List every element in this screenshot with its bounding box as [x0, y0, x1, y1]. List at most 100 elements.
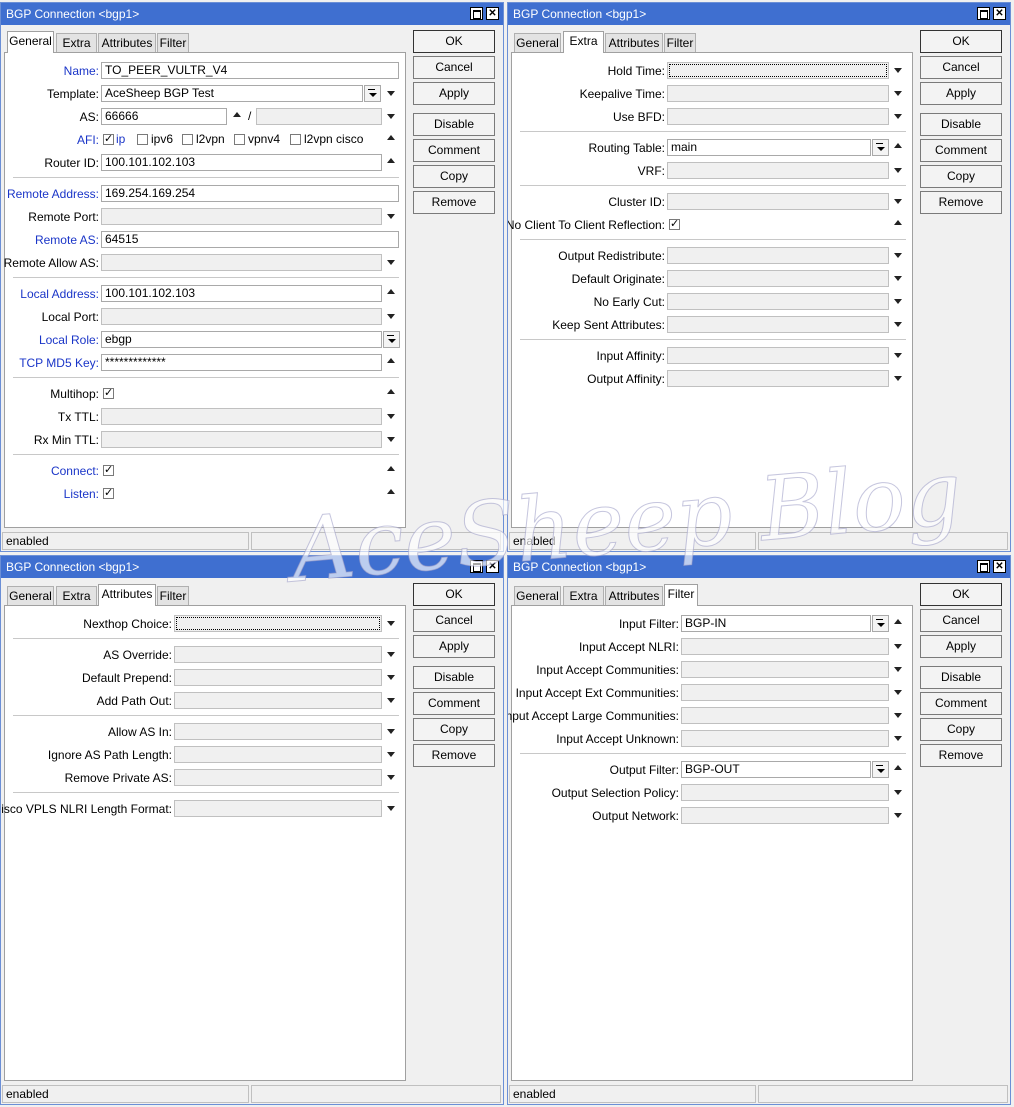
remove-private-as-expand-icon[interactable]: [387, 775, 395, 780]
input-affinity-field[interactable]: [667, 347, 889, 364]
tcp-md5-collapse-icon[interactable]: [387, 358, 395, 363]
remove-private-as-field[interactable]: [174, 769, 382, 786]
default-prepend-expand-icon[interactable]: [387, 675, 395, 680]
apply-button[interactable]: Apply: [413, 635, 495, 658]
comment-button[interactable]: Comment: [920, 692, 1002, 715]
afi-l2vpn-cisco-checkbox[interactable]: [290, 134, 301, 145]
input-filter-collapse-icon[interactable]: [894, 619, 902, 624]
use-bfd-field[interactable]: [667, 108, 889, 125]
nexthop-choice-field[interactable]: [174, 615, 382, 632]
as-expand-icon[interactable]: [387, 114, 395, 119]
no-early-cut-field[interactable]: [667, 293, 889, 310]
title-bar[interactable]: BGP Connection <bgp1> ✕: [1, 3, 503, 25]
output-redistribute-field[interactable]: [667, 247, 889, 264]
afi-vpnv4-checkbox[interactable]: [234, 134, 245, 145]
no-client-reflection-collapse-icon[interactable]: [894, 220, 902, 225]
local-address-collapse-icon[interactable]: [387, 289, 395, 294]
as-field[interactable]: 66666: [101, 108, 227, 125]
tab-filter[interactable]: Filter: [157, 586, 189, 605]
add-path-out-field[interactable]: [174, 692, 382, 709]
default-originate-expand-icon[interactable]: [894, 276, 902, 281]
template-dropdown-icon[interactable]: [364, 85, 381, 102]
use-bfd-expand-icon[interactable]: [894, 114, 902, 119]
cluster-id-field[interactable]: [667, 193, 889, 210]
output-filter-dropdown-icon[interactable]: [872, 761, 889, 778]
routing-table-collapse-icon[interactable]: [894, 143, 902, 148]
input-filter-field[interactable]: BGP-IN: [681, 615, 871, 632]
remote-as-field[interactable]: 64515: [101, 231, 399, 248]
routing-table-field[interactable]: main: [667, 139, 871, 156]
close-icon[interactable]: ✕: [993, 560, 1006, 573]
default-prepend-field[interactable]: [174, 669, 382, 686]
output-network-expand-icon[interactable]: [894, 813, 902, 818]
input-filter-dropdown-icon[interactable]: [872, 615, 889, 632]
local-port-expand-icon[interactable]: [387, 314, 395, 319]
ok-button[interactable]: OK: [920, 583, 1002, 606]
input-accept-unknown-expand-icon[interactable]: [894, 736, 902, 741]
nexthop-choice-expand-icon[interactable]: [387, 621, 395, 626]
tab-attributes[interactable]: Attributes: [98, 584, 156, 606]
tx-ttl-expand-icon[interactable]: [387, 414, 395, 419]
maximize-icon[interactable]: [470, 560, 483, 573]
tab-general[interactable]: General: [7, 586, 54, 605]
remote-port-field[interactable]: [101, 208, 382, 225]
vrf-field[interactable]: [667, 162, 889, 179]
apply-button[interactable]: Apply: [920, 635, 1002, 658]
tab-attributes[interactable]: Attributes: [98, 33, 156, 52]
vrf-expand-icon[interactable]: [894, 168, 902, 173]
allow-as-in-expand-icon[interactable]: [387, 729, 395, 734]
remote-allow-as-field[interactable]: [101, 254, 382, 271]
title-bar[interactable]: BGP Connection <bgp1> ✕: [508, 3, 1010, 25]
tab-filter[interactable]: Filter: [664, 33, 696, 52]
ignore-as-path-length-field[interactable]: [174, 746, 382, 763]
remove-button[interactable]: Remove: [413, 744, 495, 767]
default-originate-field[interactable]: [667, 270, 889, 287]
tab-filter[interactable]: Filter: [664, 584, 698, 606]
ok-button[interactable]: OK: [413, 30, 495, 53]
cancel-button[interactable]: Cancel: [920, 56, 1002, 79]
as-secondary-field[interactable]: [256, 108, 382, 125]
ok-button[interactable]: OK: [920, 30, 1002, 53]
disable-button[interactable]: Disable: [920, 113, 1002, 136]
output-selection-policy-expand-icon[interactable]: [894, 790, 902, 795]
tcp-md5-key-field[interactable]: *************: [101, 354, 382, 371]
remove-button[interactable]: Remove: [920, 744, 1002, 767]
cluster-id-expand-icon[interactable]: [894, 199, 902, 204]
input-accept-communities-field[interactable]: [681, 661, 889, 678]
ignore-as-path-length-expand-icon[interactable]: [387, 752, 395, 757]
allow-as-in-field[interactable]: [174, 723, 382, 740]
remote-address-field[interactable]: 169.254.169.254: [101, 185, 399, 202]
maximize-icon[interactable]: [470, 7, 483, 20]
output-network-field[interactable]: [681, 807, 889, 824]
rx-min-ttl-field[interactable]: [101, 431, 382, 448]
cancel-button[interactable]: Cancel: [413, 56, 495, 79]
ok-button[interactable]: OK: [413, 583, 495, 606]
tx-ttl-field[interactable]: [101, 408, 382, 425]
routing-table-dropdown-icon[interactable]: [872, 139, 889, 156]
tab-extra[interactable]: Extra: [56, 586, 97, 605]
no-client-reflection-checkbox[interactable]: [669, 217, 680, 230]
listen-checkbox[interactable]: [103, 486, 114, 499]
hold-time-expand-icon[interactable]: [894, 68, 902, 73]
name-field[interactable]: TO_PEER_VULTR_V4: [101, 62, 399, 79]
tab-filter[interactable]: Filter: [157, 33, 189, 52]
as-override-expand-icon[interactable]: [387, 652, 395, 657]
output-affinity-field[interactable]: [667, 370, 889, 387]
tab-general[interactable]: General: [7, 31, 54, 53]
output-selection-policy-field[interactable]: [681, 784, 889, 801]
connect-collapse-icon[interactable]: [387, 466, 395, 471]
remote-allow-as-expand-icon[interactable]: [387, 260, 395, 265]
input-affinity-expand-icon[interactable]: [894, 353, 902, 358]
router-id-collapse-icon[interactable]: [387, 158, 395, 163]
disable-button[interactable]: Disable: [920, 666, 1002, 689]
output-filter-collapse-icon[interactable]: [894, 765, 902, 770]
tab-extra[interactable]: Extra: [563, 31, 604, 53]
tab-extra[interactable]: Extra: [563, 586, 604, 605]
copy-button[interactable]: Copy: [413, 165, 495, 188]
close-icon[interactable]: ✕: [486, 560, 499, 573]
add-path-out-expand-icon[interactable]: [387, 698, 395, 703]
input-accept-ext-communities-field[interactable]: [681, 684, 889, 701]
template-field[interactable]: AceSheep BGP Test: [101, 85, 363, 102]
afi-l2vpn-checkbox[interactable]: [182, 134, 193, 145]
apply-button[interactable]: Apply: [920, 82, 1002, 105]
